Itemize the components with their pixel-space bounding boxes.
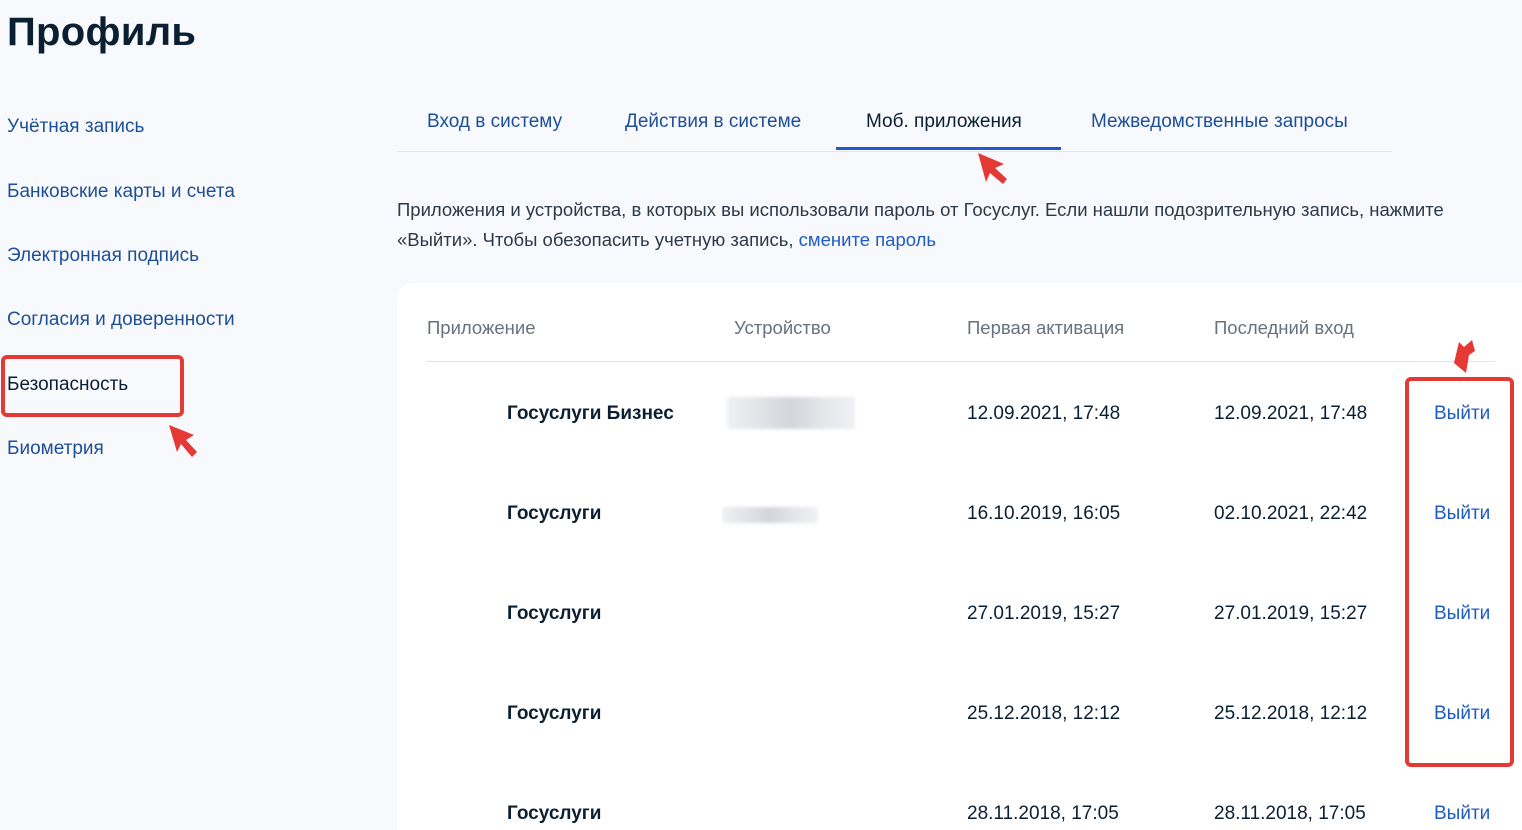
- table-row: Госуслуги 28.11.2018, 17:05 28.11.2018, …: [397, 795, 1517, 830]
- header-divider: [426, 361, 1495, 362]
- description-line-1: Приложения и устройства, в которых вы ис…: [397, 199, 1444, 220]
- security-highlight-box: [1, 355, 184, 417]
- logout-column-highlight-box: [1405, 377, 1514, 767]
- arrow-down-icon: [1454, 340, 1475, 373]
- tab-actions[interactable]: Действия в системе: [625, 111, 801, 133]
- last-login: 27.01.2019, 15:27: [1214, 603, 1368, 624]
- arrow-pointer-icon: [978, 153, 1007, 184]
- column-header-app: Приложение: [427, 317, 536, 338]
- apps-table: Приложение Устройство Первая активация П…: [397, 283, 1522, 830]
- column-header-last-login: Последний вход: [1214, 317, 1354, 338]
- sidebar-item-account[interactable]: Учётная запись: [7, 116, 144, 138]
- table-row: Госуслуги 25.12.2018, 12:12 25.12.2018, …: [397, 695, 1517, 735]
- tab-login[interactable]: Вход в систему: [427, 111, 562, 133]
- first-activation: 12.09.2021, 17:48: [967, 403, 1121, 424]
- sidebar-item-biometrics[interactable]: Биометрия: [7, 438, 104, 460]
- table-row: Госуслуги Бизнес 12.09.2021, 17:48 12.09…: [397, 395, 1517, 435]
- app-name: Госуслуги: [507, 603, 602, 624]
- column-header-first-activation: Первая активация: [967, 317, 1125, 338]
- app-name: Госуслуги: [507, 503, 602, 524]
- table-row: Госуслуги 16.10.2019, 16:05 02.10.2021, …: [397, 495, 1517, 535]
- column-header-device: Устройство: [734, 317, 831, 338]
- device-blurred: [727, 397, 855, 429]
- tab-mobile-apps[interactable]: Моб. приложения: [866, 111, 1022, 133]
- tab-interagency-requests[interactable]: Межведомственные запросы: [1091, 111, 1348, 133]
- first-activation: 28.11.2018, 17:05: [967, 803, 1119, 824]
- change-password-link[interactable]: смените пароль: [799, 229, 936, 250]
- description-line-2: «Выйти». Чтобы обезопасить учетную запис…: [397, 229, 799, 250]
- logout-button[interactable]: Выйти: [1434, 803, 1490, 825]
- sidebar-item-bank-cards[interactable]: Банковские карты и счета: [7, 181, 235, 203]
- last-login: 28.11.2018, 17:05: [1214, 803, 1366, 824]
- last-login: 25.12.2018, 12:12: [1214, 703, 1368, 724]
- app-name: Госуслуги: [507, 703, 602, 724]
- sidebar-item-e-signature[interactable]: Электронная подпись: [7, 245, 199, 267]
- app-name: Госуслуги Бизнес: [507, 403, 674, 424]
- description: Приложения и устройства, в которых вы ис…: [397, 195, 1512, 255]
- device-blurred: [722, 507, 818, 523]
- sidebar-item-consents[interactable]: Согласия и доверенности: [7, 309, 235, 331]
- active-tab-indicator: [836, 147, 1061, 150]
- app-name: Госуслуги: [507, 803, 602, 824]
- table-row: Госуслуги 27.01.2019, 15:27 27.01.2019, …: [397, 595, 1517, 635]
- last-login: 02.10.2021, 22:42: [1214, 503, 1368, 524]
- first-activation: 27.01.2019, 15:27: [967, 603, 1121, 624]
- tab-bar: Вход в систему Действия в системе Моб. п…: [397, 95, 1392, 152]
- first-activation: 25.12.2018, 12:12: [967, 703, 1121, 724]
- arrow-pointer-icon: [169, 425, 197, 457]
- page-title: Профиль: [7, 10, 197, 54]
- first-activation: 16.10.2019, 16:05: [967, 503, 1121, 524]
- last-login: 12.09.2021, 17:48: [1214, 403, 1368, 424]
